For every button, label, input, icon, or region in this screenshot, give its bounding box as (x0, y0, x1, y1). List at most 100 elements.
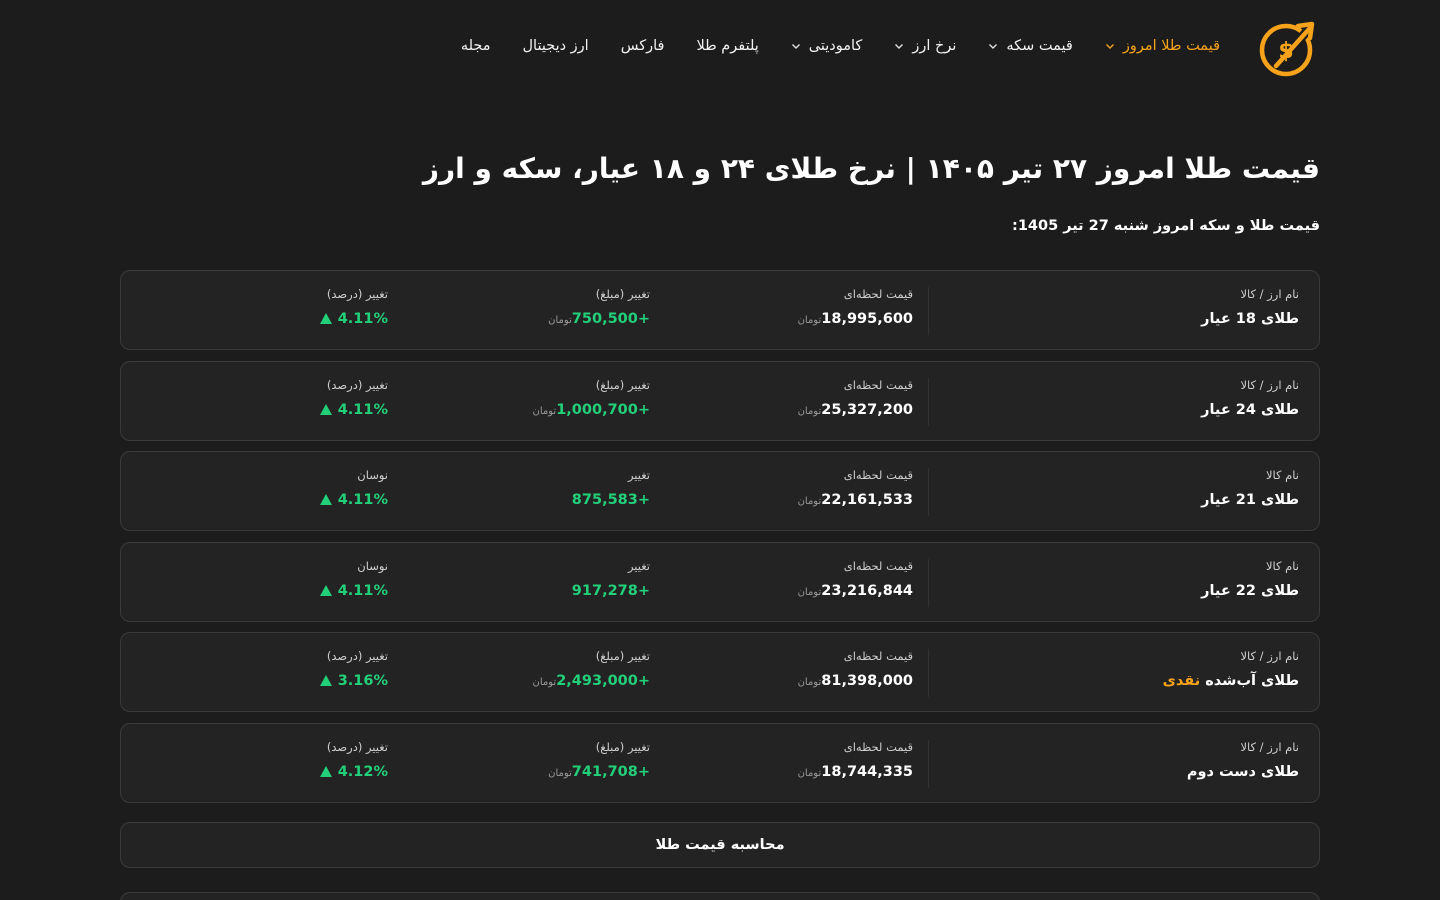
next-section-card (120, 892, 1320, 900)
change-value: 917,278+ (571, 582, 650, 599)
percent-label: تغییر (درصد) (326, 287, 388, 301)
price-row-gold-22[interactable]: نام کالا طلای 22 عیار قیمت لحظه‌ای 23,21… (120, 541, 1320, 622)
percent-value: 4.11% (337, 401, 388, 418)
price-row-gold-18[interactable]: نام ارز / کالا طلای 18 عیار قیمت لحظه‌ای… (120, 270, 1320, 350)
change-cell: تغییر (مبلغ) 1,000,700+تومان (525, 378, 651, 418)
site-header: $ قیمت طلا امروز قیمت سکه نرخ ارز کامودی… (0, 0, 1440, 92)
percent-value: 4.11% (337, 311, 388, 327)
up-arrow-icon (319, 403, 332, 415)
svg-text:$: $ (1278, 39, 1293, 64)
price-unit: تومان (797, 586, 822, 598)
percent-cell: تغییر (درصد) 4.11% (319, 377, 388, 418)
gold-calculator-button[interactable]: محاسبه قیمت طلا (120, 822, 1320, 868)
percent-value: 4.11% (337, 582, 388, 599)
change-cell: تغییر 875,583+ (572, 468, 650, 508)
change-unit: تومان (548, 767, 572, 779)
change-unit: تومان (532, 405, 557, 417)
percent-cell: نوسان 4.11% (319, 468, 388, 508)
change-label: تغییر (مبلغ) (595, 287, 650, 301)
nav-item-coin-price[interactable]: قیمت سکه (988, 38, 1073, 54)
name-cell: نام کالا طلای 22 عیار (1201, 559, 1299, 599)
percent-label: نوسان (357, 558, 388, 573)
up-arrow-icon (319, 584, 332, 596)
up-arrow-icon (319, 313, 332, 324)
price-label: قیمت لحظه‌ای (843, 739, 913, 754)
nav-item-forex[interactable]: فارکس (621, 38, 665, 54)
divider (928, 558, 929, 607)
price-unit: تومان (797, 677, 822, 688)
name-label: نام ارز / کالا (1240, 739, 1299, 754)
item-name: طلای 22 عیار (1201, 582, 1299, 599)
price-list: نام ارز / کالا طلای 18 عیار قیمت لحظه‌ای… (120, 270, 1320, 813)
nav-item-gold-price[interactable]: قیمت طلا امروز (1105, 38, 1220, 54)
price-cell: قیمت لحظه‌ای 81,398,000تومان (790, 649, 913, 689)
name-label: نام ارز / کالا (1240, 287, 1299, 301)
price-cell: قیمت لحظه‌ای 18,744,335تومان (790, 740, 913, 780)
change-value: 2,493,000+ (556, 673, 650, 689)
nav-item-magazine[interactable]: مجله (461, 38, 491, 54)
name-cell: نام ارز / کالا طلای 18 عیار (1201, 287, 1299, 327)
percent-value: 4.11% (337, 492, 388, 508)
divider (928, 287, 929, 335)
price-unit: تومان (797, 767, 822, 779)
percent-value: 3.16% (337, 673, 388, 689)
nav-item-commodity[interactable]: کامودیتی (791, 38, 863, 54)
nav-item-label: فارکس (620, 38, 665, 54)
nav-item-gold-platform[interactable]: پلتفرم طلا (696, 38, 758, 54)
nav-item-label: قیمت طلا امروز (1122, 38, 1220, 54)
price-label: قیمت لحظه‌ای (843, 649, 913, 663)
percent-cell: نوسان 4.11% (319, 558, 388, 599)
price-unit: تومان (797, 315, 822, 326)
chevron-down-icon (894, 41, 904, 51)
nav-item-label: نرخ ارز (912, 38, 957, 54)
page-subtitle: قیمت طلا و سکه امروز شنبه 27 تیر 1405: (1012, 218, 1320, 234)
up-arrow-icon (319, 765, 332, 777)
percent-cell: تغییر (درصد) 4.11% (319, 287, 388, 327)
nav-item-currency-rate[interactable]: نرخ ارز (894, 38, 956, 54)
price-row-gold-21[interactable]: نام کالا طلای 21 عیار قیمت لحظه‌ای 22,16… (120, 451, 1320, 531)
name-cell: نام کالا طلای 21 عیار (1201, 468, 1299, 508)
item-name: طلای 18 عیار (1201, 311, 1299, 327)
main-nav: قیمت طلا امروز قیمت سکه نرخ ارز کامودیتی… (429, 34, 1220, 58)
price-value: 18,744,335 (821, 763, 913, 780)
item-name: طلای 21 عیار (1201, 492, 1299, 508)
price-value: 25,327,200 (821, 401, 913, 418)
change-value: 875,583+ (571, 492, 650, 508)
price-row-gold-24[interactable]: نام ارز / کالا طلای 24 عیار قیمت لحظه‌ای… (120, 360, 1320, 441)
name-label: نام ارز / کالا (1240, 649, 1299, 663)
nav-item-crypto[interactable]: ارز دیجیتال (523, 38, 589, 54)
item-name: طلای آب‌شده (1205, 673, 1299, 689)
chevron-down-icon (988, 41, 998, 51)
percent-cell: تغییر (درصد) 4.12% (319, 740, 388, 780)
site-logo-icon[interactable]: $ (1258, 20, 1320, 78)
price-row-melted-gold[interactable]: نام ارز / کالا طلای آب‌شده نقدی قیمت لحظ… (120, 632, 1320, 712)
divider (928, 468, 929, 516)
price-value: 18,995,600 (821, 311, 913, 327)
change-cell: تغییر (مبلغ) 741,708+تومان (540, 740, 650, 780)
change-unit: تومان (532, 677, 557, 688)
price-unit: تومان (797, 496, 822, 507)
percent-label: تغییر (درصد) (326, 377, 388, 392)
name-label: نام کالا (1265, 468, 1299, 482)
nav-item-label: کامودیتی (808, 38, 863, 54)
divider (928, 739, 929, 788)
nav-item-label: مجله (460, 38, 491, 54)
item-name: طلای 24 عیار (1201, 401, 1299, 418)
change-label: تغییر (مبلغ) (595, 739, 650, 754)
nav-item-label: قیمت سکه (1006, 38, 1073, 54)
price-row-used-gold[interactable]: نام ارز / کالا طلای دست دوم قیمت لحظه‌ای… (120, 722, 1320, 803)
divider (928, 649, 929, 697)
change-cell: تغییر 917,278+ (572, 559, 650, 599)
price-value: 23,216,844 (821, 582, 913, 599)
change-value: 1,000,700+ (556, 401, 650, 418)
price-cell: قیمت لحظه‌ای 18,995,600تومان (790, 287, 913, 327)
price-cell: قیمت لحظه‌ای 23,216,844تومان (790, 559, 913, 599)
price-label: قیمت لحظه‌ای (843, 377, 913, 392)
change-label: تغییر (627, 558, 650, 573)
change-label: تغییر (627, 468, 650, 482)
price-label: قیمت لحظه‌ای (843, 287, 913, 301)
percent-label: نوسان (357, 468, 388, 482)
change-value: 750,500+ (571, 311, 650, 327)
price-cell: قیمت لحظه‌ای 25,327,200تومان (790, 378, 913, 418)
item-name-highlight: نقدی (1162, 673, 1201, 689)
